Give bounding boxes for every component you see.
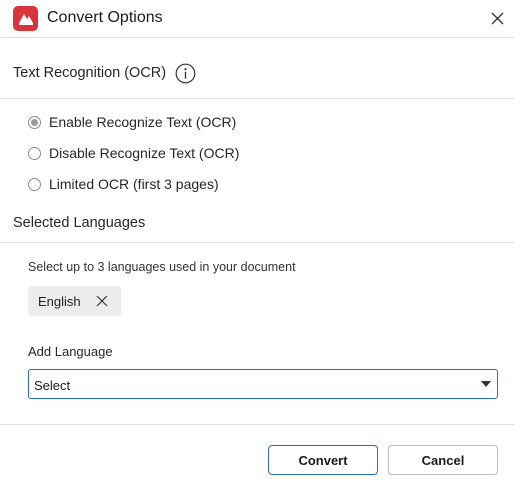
info-icon[interactable] xyxy=(175,63,196,84)
ocr-section-title: Text Recognition (OCR) xyxy=(13,65,167,81)
languages-section-title: Selected Languages xyxy=(13,215,146,231)
close-button[interactable] xyxy=(482,3,512,33)
title-divider xyxy=(0,37,514,38)
radio-limited-ocr[interactable]: Limited OCR (first 3 pages) xyxy=(28,174,219,194)
dropdown-value: Select xyxy=(34,378,71,393)
radio-label: Enable Recognize Text (OCR) xyxy=(49,114,237,130)
radio-button[interactable] xyxy=(28,177,41,191)
language-chip-label: English xyxy=(38,293,81,309)
radio-button-checked[interactable] xyxy=(28,115,41,129)
radio-disable-ocr[interactable]: Disable Recognize Text (OCR) xyxy=(28,143,239,163)
languages-hint: Select up to 3 languages used in your do… xyxy=(28,260,296,274)
chevron-down-icon xyxy=(481,381,491,387)
app-logo-icon xyxy=(13,6,38,31)
window-title: Convert Options xyxy=(47,9,163,26)
footer-divider xyxy=(0,424,514,425)
remove-language-button[interactable] xyxy=(95,294,109,308)
add-language-dropdown[interactable]: Select xyxy=(28,369,498,399)
convert-button[interactable]: Convert xyxy=(268,445,378,475)
cancel-button[interactable]: Cancel xyxy=(388,445,498,475)
radio-button[interactable] xyxy=(28,146,41,160)
radio-label: Disable Recognize Text (OCR) xyxy=(49,145,240,161)
title-bar: Convert Options xyxy=(0,0,514,37)
languages-divider xyxy=(0,242,514,243)
close-icon xyxy=(96,295,108,307)
close-icon xyxy=(491,12,503,24)
radio-enable-ocr[interactable]: Enable Recognize Text (OCR) xyxy=(28,112,236,132)
radio-label: Limited OCR (first 3 pages) xyxy=(49,176,219,192)
language-chip-english: English xyxy=(28,286,121,316)
add-language-label: Add Language xyxy=(28,344,113,359)
ocr-divider xyxy=(0,98,514,99)
